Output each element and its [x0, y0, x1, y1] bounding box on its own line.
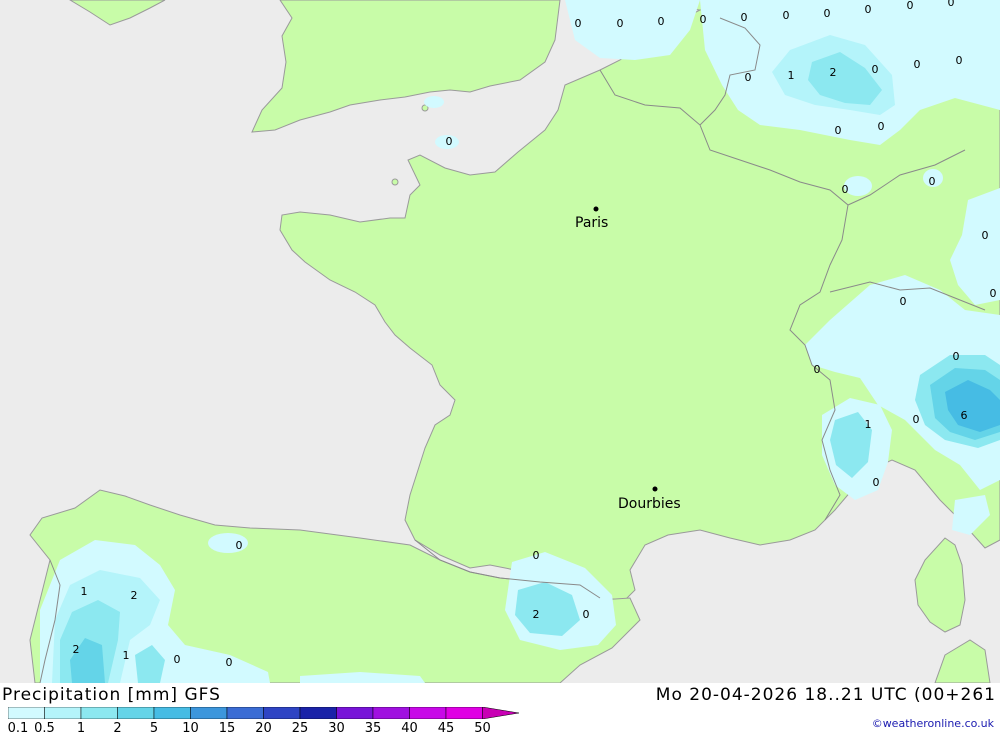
- legend-tick-label: 45: [437, 721, 455, 736]
- legend-tick-label: 40: [401, 721, 418, 736]
- legend-swatch: [8, 707, 45, 719]
- contour-label: 0: [446, 135, 453, 148]
- contour-label: 0: [953, 350, 960, 363]
- map-footer: Precipitation [mm] GFS Mo 20-04-2026 18.…: [0, 683, 1000, 736]
- map-title: Precipitation [mm] GFS: [2, 685, 221, 705]
- contour-label: 0: [913, 413, 920, 426]
- contour-label: 1: [123, 649, 130, 662]
- legend-tick-label: 10: [182, 721, 199, 736]
- city-dot-paris: [593, 206, 599, 212]
- legend-tick-label: 15: [218, 721, 236, 736]
- precip-area: [424, 96, 444, 108]
- legend-swatch: [372, 707, 410, 719]
- legend-swatch: [226, 707, 264, 719]
- contour-label: 1: [865, 418, 872, 431]
- legend-swatch-arrow: [482, 707, 520, 719]
- contour-label: 0: [583, 608, 590, 621]
- forecast-datetime: Mo 20-04-2026 18..21 UTC (00+261: [655, 685, 996, 705]
- contour-label: 0: [842, 183, 849, 196]
- contour-label: 0: [873, 476, 880, 489]
- contour-label: 0: [617, 17, 624, 30]
- contour-label: 0: [783, 9, 790, 22]
- contour-label: 0: [700, 13, 707, 26]
- contour-label: 0: [907, 0, 914, 12]
- contour-label: 0: [236, 539, 243, 552]
- legend-swatch: [409, 707, 447, 719]
- contour-label: 0: [824, 7, 831, 20]
- legend-swatch: [44, 707, 82, 719]
- contour-label: 0: [658, 15, 665, 28]
- legend-tick-label: 2: [113, 721, 122, 736]
- landmass-island: [391, 178, 399, 186]
- contour-label: 0: [956, 54, 963, 67]
- legend-swatch: [336, 707, 374, 719]
- contour-label: 0: [835, 124, 842, 137]
- legend-swatch: [190, 707, 228, 719]
- contour-label: 0: [878, 120, 885, 133]
- contour-label: 0: [226, 656, 233, 669]
- contour-label: 0: [948, 0, 955, 9]
- contour-label: 0: [914, 58, 921, 71]
- legend-tick-label: 35: [364, 721, 382, 736]
- contour-label: 0: [900, 295, 907, 308]
- contour-label: 2: [830, 66, 837, 79]
- legend-swatch: [263, 707, 301, 719]
- contour-label: 0: [872, 63, 879, 76]
- contour-label: 6: [961, 409, 968, 422]
- legend-tick-label: 20: [255, 721, 272, 736]
- legend-tick-label: 25: [291, 721, 309, 736]
- legend-swatch: [80, 707, 118, 719]
- legend-tick-label: 0.1: [7, 721, 29, 736]
- contour-label: 0: [990, 287, 997, 300]
- contour-label: 2: [73, 643, 80, 656]
- legend-tick-label: 1: [76, 721, 86, 736]
- legend-tick-label: 30: [328, 721, 345, 736]
- precipitation-legend: [8, 707, 520, 719]
- legend-swatch: [445, 707, 483, 719]
- legend-swatch: [299, 707, 337, 719]
- contour-label: 2: [533, 608, 540, 621]
- contour-label: 0: [745, 71, 752, 84]
- contour-label: 0: [814, 363, 821, 376]
- contour-label: 0: [982, 229, 989, 242]
- contour-label: 1: [81, 585, 88, 598]
- precipitation-map: Paris Dourbies 0 0 0 0 0 0 0 0 0 0 1 2 0…: [0, 0, 1000, 683]
- legend-tick-label: 0.5: [34, 721, 55, 736]
- contour-label: 0: [741, 11, 748, 24]
- city-label-dourbies: Dourbies: [618, 496, 681, 512]
- legend-swatch: [117, 707, 155, 719]
- legend-swatch: [153, 707, 191, 719]
- contour-label: 0: [929, 175, 936, 188]
- contour-label: 0: [865, 3, 872, 16]
- contour-label: 2: [131, 589, 138, 602]
- contour-label: 0: [533, 549, 540, 562]
- legend-tick-label: 50: [474, 721, 491, 736]
- credit-link[interactable]: ©weatheronline.co.uk: [872, 717, 994, 730]
- contour-label: 1: [788, 69, 795, 82]
- city-dot-dourbies: [652, 486, 658, 492]
- contour-label: 0: [174, 653, 181, 666]
- contour-label: 0: [575, 17, 582, 30]
- legend-tick-label: 5: [149, 721, 159, 736]
- city-label-paris: Paris: [575, 215, 608, 231]
